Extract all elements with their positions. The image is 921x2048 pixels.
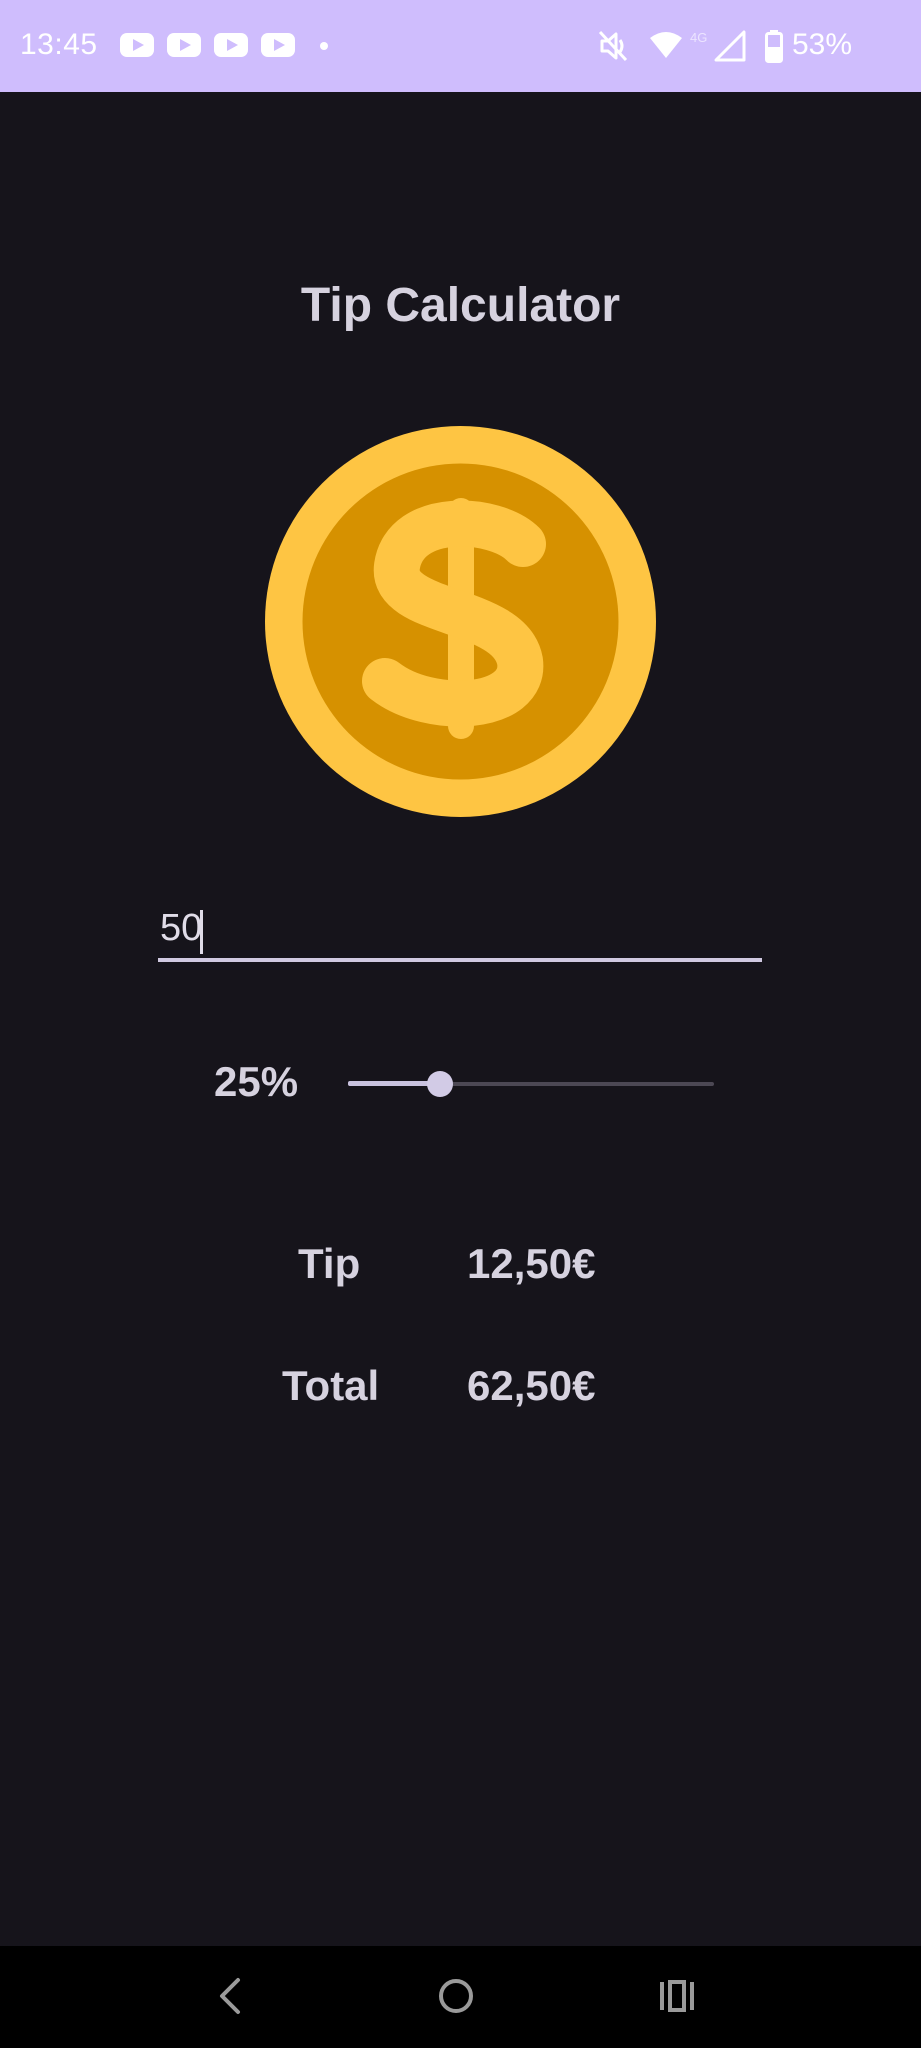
tip-percent-label: 25% <box>214 1058 299 1105</box>
youtube-icon <box>120 33 154 57</box>
wifi-icon <box>650 32 682 58</box>
tip-percent-slider-fill <box>348 1081 440 1086</box>
home-icon[interactable] <box>437 1976 475 2016</box>
mute-icon <box>598 30 628 62</box>
tip-value: 12,50€ <box>467 1240 596 1287</box>
back-icon[interactable] <box>214 1976 246 2016</box>
status-bar: 13:45 4G 53% <box>0 0 921 92</box>
tip-percent-slider-thumb[interactable] <box>426 1071 453 1097</box>
youtube-icon <box>167 33 201 57</box>
tip-label: Tip <box>298 1240 361 1287</box>
network-type-label: 4G <box>690 30 708 45</box>
bill-amount-input[interactable] <box>158 898 762 962</box>
battery-icon <box>765 30 783 63</box>
total-value: 62,50€ <box>467 1362 596 1409</box>
youtube-icon <box>214 33 248 57</box>
total-label: Total <box>282 1362 380 1409</box>
dot-icon <box>320 42 328 50</box>
text-caret <box>200 910 203 954</box>
signal-4g-icon <box>714 30 746 62</box>
status-time: 13:45 <box>20 28 98 61</box>
recents-icon[interactable] <box>658 1976 698 2016</box>
dollar-coin-icon <box>265 426 656 817</box>
navigation-bar <box>0 1946 921 2048</box>
youtube-icon <box>261 33 295 57</box>
page-title: Tip Calculator <box>300 279 621 332</box>
battery-percentage: 53% <box>792 28 853 61</box>
